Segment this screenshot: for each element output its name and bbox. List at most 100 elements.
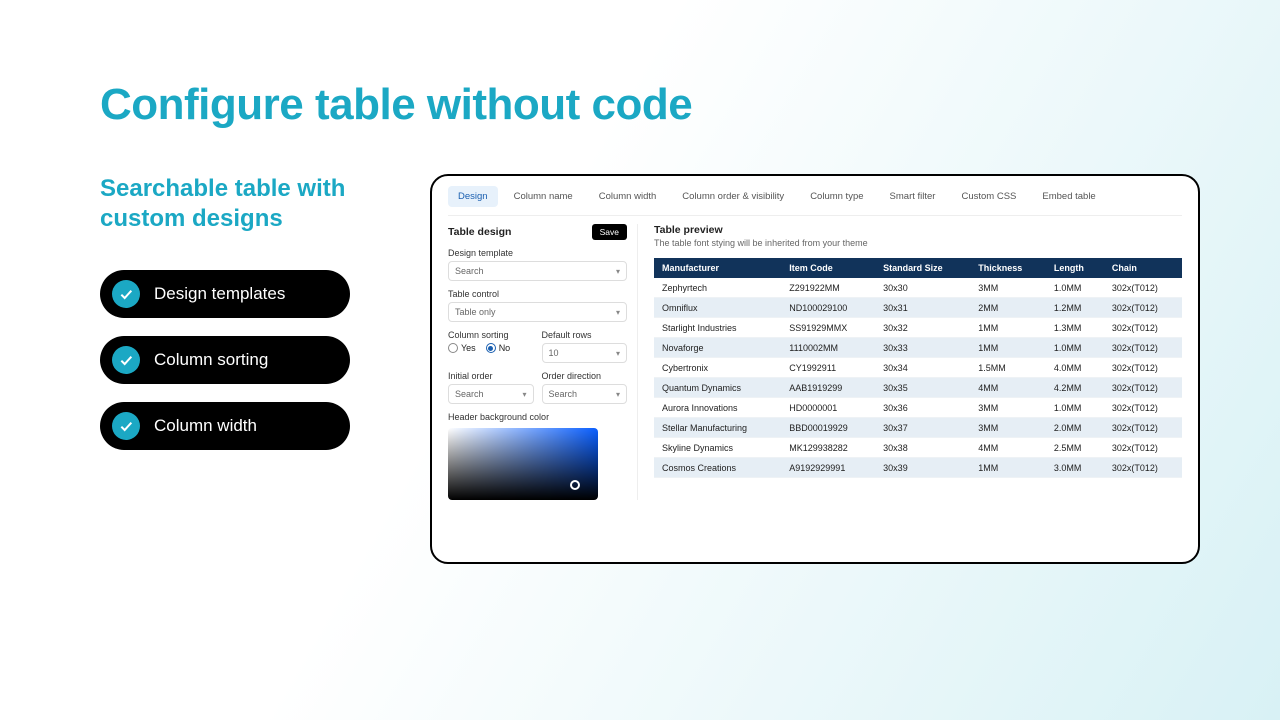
feature-pill-column-sorting: Column sorting [100, 336, 350, 384]
table-cell: Skyline Dynamics [654, 438, 781, 458]
order-direction-label: Order direction [542, 371, 628, 381]
design-template-label: Design template [448, 248, 627, 258]
table-cell: Aurora Innovations [654, 398, 781, 418]
table-cell: 1.5MM [970, 358, 1046, 378]
tab-column-type[interactable]: Column type [800, 186, 873, 207]
tab-design[interactable]: Design [448, 186, 498, 207]
radio-icon [448, 343, 458, 353]
table-control-label: Table control [448, 289, 627, 299]
radio-icon [486, 343, 496, 353]
table-cell: 30x30 [875, 278, 970, 298]
table-cell: 302x(T012) [1104, 298, 1182, 318]
table-header[interactable]: Standard Size [875, 258, 970, 278]
table-cell: 302x(T012) [1104, 278, 1182, 298]
color-picker-handle[interactable] [570, 480, 580, 490]
table-cell: Novaforge [654, 338, 781, 358]
table-control-select[interactable]: Table only ▾ [448, 302, 627, 322]
tab-column-width[interactable]: Column width [589, 186, 667, 207]
color-picker[interactable] [448, 428, 598, 500]
table-cell: 30x32 [875, 318, 970, 338]
sidebar-title: Table design [448, 226, 511, 238]
save-button[interactable]: Save [592, 224, 627, 240]
column-sorting-label: Column sorting [448, 330, 534, 340]
table-cell: 3MM [970, 278, 1046, 298]
table-cell: 30x34 [875, 358, 970, 378]
tab-smart-filter[interactable]: Smart filter [880, 186, 946, 207]
preview-subtitle: The table font stying will be inherited … [654, 238, 1182, 248]
order-direction-select[interactable]: Search ▾ [542, 384, 628, 404]
table-header[interactable]: Item Code [781, 258, 875, 278]
table-cell: Cybertronix [654, 358, 781, 378]
column-sorting-yes[interactable]: Yes [448, 343, 476, 353]
table-header[interactable]: Chain [1104, 258, 1182, 278]
feature-label: Column width [154, 416, 257, 436]
tab-column-name[interactable]: Column name [504, 186, 583, 207]
table-cell: Cosmos Creations [654, 458, 781, 478]
table-cell: 30x36 [875, 398, 970, 418]
feature-pill-design-templates: Design templates [100, 270, 350, 318]
table-control-value: Table only [455, 307, 496, 317]
tab-column-order[interactable]: Column order & visibility [672, 186, 794, 207]
radio-label: No [499, 343, 511, 353]
table-cell: 4MM [970, 438, 1046, 458]
table-row: OmnifluxND10002910030x312MM1.2MM302x(T01… [654, 298, 1182, 318]
table-cell: HD0000001 [781, 398, 875, 418]
table-cell: 302x(T012) [1104, 338, 1182, 358]
table-cell: 2.5MM [1046, 438, 1104, 458]
initial-order-value: Search [455, 389, 484, 399]
table-cell: 302x(T012) [1104, 418, 1182, 438]
chevron-down-icon: ▾ [522, 390, 526, 399]
chevron-down-icon: ▾ [616, 308, 620, 317]
tab-embed-table[interactable]: Embed table [1032, 186, 1105, 207]
table-cell: SS91929MMX [781, 318, 875, 338]
table-cell: 1.0MM [1046, 278, 1104, 298]
table-cell: 302x(T012) [1104, 318, 1182, 338]
table-cell: Starlight Industries [654, 318, 781, 338]
table-cell: 30x38 [875, 438, 970, 458]
table-cell: 1.0MM [1046, 338, 1104, 358]
table-header[interactable]: Manufacturer [654, 258, 781, 278]
design-template-select[interactable]: Search ▾ [448, 261, 627, 281]
table-cell: 1.2MM [1046, 298, 1104, 318]
chevron-down-icon: ▾ [616, 390, 620, 399]
check-icon [112, 412, 140, 440]
check-icon [112, 346, 140, 374]
table-cell: 1110002MM [781, 338, 875, 358]
tab-custom-css[interactable]: Custom CSS [951, 186, 1026, 207]
table-cell: 302x(T012) [1104, 378, 1182, 398]
design-template-value: Search [455, 266, 484, 276]
chevron-down-icon: ▾ [616, 349, 620, 358]
table-cell: 2MM [970, 298, 1046, 318]
table-row: Cosmos CreationsA919292999130x391MM3.0MM… [654, 458, 1182, 478]
table-cell: 30x31 [875, 298, 970, 318]
table-cell: 302x(T012) [1104, 438, 1182, 458]
table-cell: 3.0MM [1046, 458, 1104, 478]
table-cell: CY1992911 [781, 358, 875, 378]
initial-order-select[interactable]: Search ▾ [448, 384, 534, 404]
table-cell: AAB1919299 [781, 378, 875, 398]
page-headline: Configure table without code [100, 80, 1220, 130]
table-cell: 30x37 [875, 418, 970, 438]
table-cell: 30x33 [875, 338, 970, 358]
table-cell: 30x39 [875, 458, 970, 478]
table-cell: BBD00019929 [781, 418, 875, 438]
table-cell: 1.3MM [1046, 318, 1104, 338]
table-cell: 1MM [970, 458, 1046, 478]
table-cell: Stellar Manufacturing [654, 418, 781, 438]
column-sorting-no[interactable]: No [486, 343, 511, 353]
default-rows-select[interactable]: 10 ▾ [542, 343, 628, 363]
table-cell: 1MM [970, 338, 1046, 358]
table-cell: A9192929991 [781, 458, 875, 478]
tab-bar: Design Column name Column width Column o… [448, 186, 1182, 207]
table-cell: ND100029100 [781, 298, 875, 318]
check-icon [112, 280, 140, 308]
table-cell: 302x(T012) [1104, 398, 1182, 418]
table-cell: 4.2MM [1046, 378, 1104, 398]
chevron-down-icon: ▾ [616, 267, 620, 276]
table-preview: Table preview The table font stying will… [654, 224, 1182, 500]
table-header[interactable]: Length [1046, 258, 1104, 278]
table-row: Novaforge1110002MM30x331MM1.0MM302x(T012… [654, 338, 1182, 358]
table-cell: 302x(T012) [1104, 358, 1182, 378]
initial-order-label: Initial order [448, 371, 534, 381]
table-header[interactable]: Thickness [970, 258, 1046, 278]
